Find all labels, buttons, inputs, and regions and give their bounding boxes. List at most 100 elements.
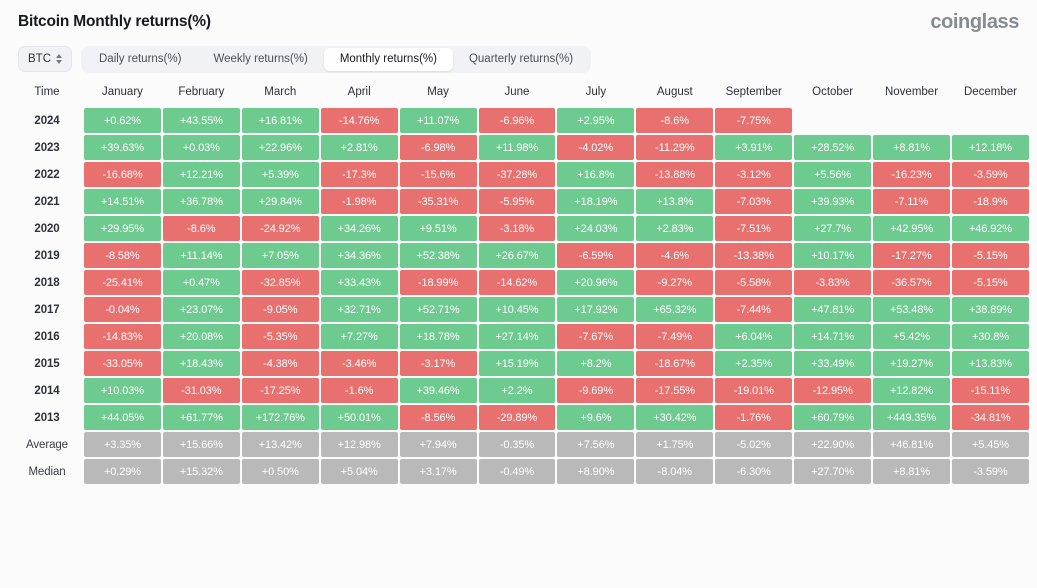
cell-2018-october[interactable]: -3.83% <box>794 270 871 295</box>
cell-2013-september[interactable]: -1.76% <box>715 405 792 430</box>
cell-2013-december[interactable]: -34.81% <box>952 405 1029 430</box>
cell-2016-july[interactable]: -7.67% <box>557 324 634 349</box>
cell-2013-may[interactable]: -8.56% <box>400 405 477 430</box>
cell-2017-december[interactable]: +38.89% <box>952 297 1029 322</box>
cell-2022-april[interactable]: -17.3% <box>321 162 398 187</box>
cell-2016-november[interactable]: +5.42% <box>873 324 950 349</box>
cell-median-september[interactable]: -6.30% <box>715 459 792 484</box>
cell-2023-may[interactable]: -6.98% <box>400 135 477 160</box>
cell-2019-august[interactable]: -4.6% <box>636 243 713 268</box>
cell-2021-june[interactable]: -5.95% <box>479 189 556 214</box>
cell-2022-august[interactable]: -13.88% <box>636 162 713 187</box>
cell-median-april[interactable]: +5.04% <box>321 459 398 484</box>
cell-2013-august[interactable]: +30.42% <box>636 405 713 430</box>
cell-2018-december[interactable]: -5.15% <box>952 270 1029 295</box>
cell-2020-december[interactable]: +46.92% <box>952 216 1029 241</box>
cell-2015-june[interactable]: +15.19% <box>479 351 556 376</box>
cell-2017-october[interactable]: +47.81% <box>794 297 871 322</box>
cell-average-august[interactable]: +1.75% <box>636 432 713 457</box>
cell-2016-march[interactable]: -5.35% <box>242 324 319 349</box>
cell-2020-march[interactable]: -24.92% <box>242 216 319 241</box>
cell-2019-september[interactable]: -13.38% <box>715 243 792 268</box>
cell-2017-november[interactable]: +53.48% <box>873 297 950 322</box>
cell-2020-november[interactable]: +42.95% <box>873 216 950 241</box>
cell-2024-september[interactable]: -7.75% <box>715 108 792 133</box>
cell-2015-april[interactable]: -3.46% <box>321 351 398 376</box>
cell-2023-march[interactable]: +22.96% <box>242 135 319 160</box>
cell-2017-july[interactable]: +17.92% <box>557 297 634 322</box>
cell-2014-december[interactable]: -15.11% <box>952 378 1029 403</box>
cell-2023-september[interactable]: +3.91% <box>715 135 792 160</box>
cell-2017-march[interactable]: -9.05% <box>242 297 319 322</box>
cell-2018-november[interactable]: -36.57% <box>873 270 950 295</box>
cell-average-december[interactable]: +5.45% <box>952 432 1029 457</box>
cell-2018-march[interactable]: -32.85% <box>242 270 319 295</box>
cell-2023-august[interactable]: -11.29% <box>636 135 713 160</box>
cell-2022-december[interactable]: -3.59% <box>952 162 1029 187</box>
tab-quarterly-returns[interactable]: Quarterly returns(%) <box>453 48 589 71</box>
cell-2023-february[interactable]: +0.03% <box>163 135 240 160</box>
cell-2018-august[interactable]: -9.27% <box>636 270 713 295</box>
cell-2019-october[interactable]: +10.17% <box>794 243 871 268</box>
cell-2016-january[interactable]: -14.83% <box>84 324 161 349</box>
cell-2014-september[interactable]: -19.01% <box>715 378 792 403</box>
cell-2015-august[interactable]: -18.67% <box>636 351 713 376</box>
coin-selector[interactable]: BTC <box>18 46 72 72</box>
cell-2024-june[interactable]: -6.96% <box>479 108 556 133</box>
cell-2022-september[interactable]: -3.12% <box>715 162 792 187</box>
cell-2017-april[interactable]: +32.71% <box>321 297 398 322</box>
cell-2013-january[interactable]: +44.05% <box>84 405 161 430</box>
cell-2023-november[interactable]: +8.81% <box>873 135 950 160</box>
cell-2014-july[interactable]: -9.69% <box>557 378 634 403</box>
cell-2018-september[interactable]: -5.58% <box>715 270 792 295</box>
cell-2021-february[interactable]: +36.78% <box>163 189 240 214</box>
cell-2015-october[interactable]: +33.49% <box>794 351 871 376</box>
cell-2024-january[interactable]: +0.62% <box>84 108 161 133</box>
cell-2020-february[interactable]: -8.6% <box>163 216 240 241</box>
cell-average-november[interactable]: +46.81% <box>873 432 950 457</box>
tab-monthly-returns[interactable]: Monthly returns(%) <box>324 48 453 71</box>
cell-2019-june[interactable]: +26.67% <box>479 243 556 268</box>
cell-2019-december[interactable]: -5.15% <box>952 243 1029 268</box>
cell-2020-july[interactable]: +24.03% <box>557 216 634 241</box>
cell-2014-february[interactable]: -31.03% <box>163 378 240 403</box>
cell-2021-august[interactable]: +13.8% <box>636 189 713 214</box>
cell-2021-march[interactable]: +29.84% <box>242 189 319 214</box>
cell-2018-july[interactable]: +20.96% <box>557 270 634 295</box>
cell-2016-february[interactable]: +20.08% <box>163 324 240 349</box>
cell-2016-april[interactable]: +7.27% <box>321 324 398 349</box>
cell-2022-november[interactable]: -16.23% <box>873 162 950 187</box>
cell-average-april[interactable]: +12.98% <box>321 432 398 457</box>
cell-2022-october[interactable]: +5.56% <box>794 162 871 187</box>
cell-2020-january[interactable]: +29.95% <box>84 216 161 241</box>
cell-2020-june[interactable]: -3.18% <box>479 216 556 241</box>
cell-2014-april[interactable]: -1.6% <box>321 378 398 403</box>
tab-weekly-returns[interactable]: Weekly returns(%) <box>197 48 323 71</box>
cell-2018-january[interactable]: -25.41% <box>84 270 161 295</box>
cell-2013-october[interactable]: +60.79% <box>794 405 871 430</box>
cell-2014-august[interactable]: -17.55% <box>636 378 713 403</box>
cell-2014-october[interactable]: -12.95% <box>794 378 871 403</box>
cell-2017-september[interactable]: -7.44% <box>715 297 792 322</box>
cell-2020-april[interactable]: +34.26% <box>321 216 398 241</box>
cell-2015-march[interactable]: -4.38% <box>242 351 319 376</box>
cell-2021-january[interactable]: +14.51% <box>84 189 161 214</box>
cell-2015-september[interactable]: +2.35% <box>715 351 792 376</box>
cell-2022-january[interactable]: -16.68% <box>84 162 161 187</box>
cell-2021-november[interactable]: -7.11% <box>873 189 950 214</box>
cell-median-december[interactable]: -3.59% <box>952 459 1029 484</box>
cell-2021-october[interactable]: +39.93% <box>794 189 871 214</box>
cell-2023-april[interactable]: +2.81% <box>321 135 398 160</box>
cell-2014-march[interactable]: -17.25% <box>242 378 319 403</box>
cell-2017-february[interactable]: +23.07% <box>163 297 240 322</box>
cell-2016-october[interactable]: +14.71% <box>794 324 871 349</box>
cell-2013-november[interactable]: +449.35% <box>873 405 950 430</box>
cell-2014-may[interactable]: +39.46% <box>400 378 477 403</box>
cell-2016-june[interactable]: +27.14% <box>479 324 556 349</box>
cell-2014-june[interactable]: +2.2% <box>479 378 556 403</box>
cell-2014-january[interactable]: +10.03% <box>84 378 161 403</box>
cell-2024-april[interactable]: -14.76% <box>321 108 398 133</box>
cell-2015-july[interactable]: +8.2% <box>557 351 634 376</box>
cell-2021-september[interactable]: -7.03% <box>715 189 792 214</box>
cell-2019-february[interactable]: +11.14% <box>163 243 240 268</box>
